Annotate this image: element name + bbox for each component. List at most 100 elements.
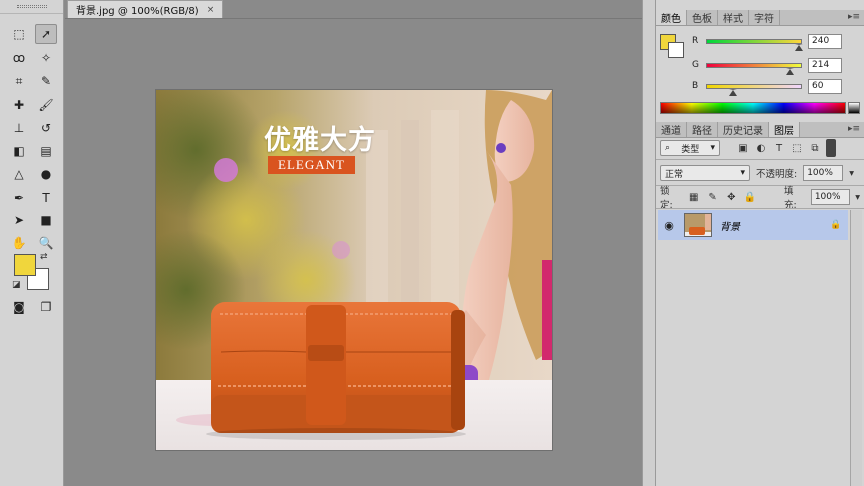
hand-tool-icon[interactable]: ✋ xyxy=(8,233,30,253)
document-tab[interactable]: 背景.jpg @ 100%(RGB/8) × xyxy=(67,0,224,18)
color-panel-background-swatch[interactable] xyxy=(668,42,684,58)
layer-filter-bar: ⌕ 类型 ▾ ▣ ◐ T ⬚ ⧉ xyxy=(660,139,860,157)
document-tab-title: 背景.jpg @ 100%(RGB/8) xyxy=(76,6,199,17)
quick-mask-mode-icon[interactable]: ◙ xyxy=(8,297,30,317)
divider xyxy=(656,185,864,186)
default-colors-icon[interactable]: ◪ xyxy=(12,280,21,290)
photoshop-window: ⬚ ➚ ꝏ ✧ ⌗ ✎ ✚ 🖌 ⊥ ↺ ◧ ▤ △ ● ✒ T ➤ ■ ✋ 🔍 … xyxy=(0,0,864,486)
chevron-down-icon[interactable]: ▾ xyxy=(855,192,860,203)
panel-collapse-strip[interactable] xyxy=(642,0,656,486)
lock-position-icon[interactable]: ✥ xyxy=(724,190,738,204)
color-spectrum-bar[interactable] xyxy=(660,102,846,114)
green-slider-thumb[interactable] xyxy=(785,67,794,75)
close-icon[interactable]: × xyxy=(207,5,215,15)
move-tool-icon[interactable]: ➚ xyxy=(35,24,57,44)
tools-panel-grip[interactable] xyxy=(0,0,63,14)
red-channel-slider[interactable] xyxy=(706,38,804,51)
layers-panel-tabs: 通道 路径 历史记录 图层 ▸≡ xyxy=(656,122,864,138)
eyedropper-tool-icon[interactable]: ✎ xyxy=(35,71,57,91)
lock-row: 锁定: ▦ ✎ ✥ 🔒 填充: 100% ▾ xyxy=(660,186,860,211)
chevron-down-icon: ▾ xyxy=(740,168,745,178)
tab-color[interactable]: 颜色 xyxy=(656,10,687,25)
brush-tool-icon[interactable]: 🖌 xyxy=(35,95,57,115)
blend-mode-select[interactable]: 正常 ▾ xyxy=(660,165,750,181)
opacity-label: 不透明度: xyxy=(756,169,798,180)
layers-panel-menu-icon[interactable]: ▸≡ xyxy=(848,124,860,134)
smart-object-filter-icon[interactable]: ⧉ xyxy=(808,141,822,155)
eye-icon[interactable]: ◉ xyxy=(658,219,680,232)
green-channel-value[interactable]: 214 xyxy=(808,57,842,73)
rectangular-marquee-tool-icon[interactable]: ⬚ xyxy=(8,24,30,44)
layers-scrollbar[interactable] xyxy=(850,210,862,486)
red-channel-row: R 240 xyxy=(692,33,842,51)
blend-row: 正常 ▾ 不透明度: 100% ▾ xyxy=(660,164,860,182)
dodge-tool-icon[interactable]: ● xyxy=(35,164,57,184)
tab-paths[interactable]: 路径 xyxy=(687,122,718,137)
blue-channel-row: B 60 xyxy=(692,78,842,96)
filter-toggle-switch[interactable] xyxy=(826,139,836,157)
rectangle-tool-icon[interactable]: ■ xyxy=(35,210,57,230)
divider xyxy=(656,208,864,209)
eraser-tool-icon[interactable]: ◧ xyxy=(8,141,30,161)
crop-tool-icon[interactable]: ⌗ xyxy=(8,71,30,91)
blue-channel-label: B xyxy=(692,81,699,91)
red-channel-label: R xyxy=(692,36,699,46)
tab-layers[interactable]: 图层 xyxy=(769,122,800,137)
pixel-layer-filter-icon[interactable]: ▣ xyxy=(736,141,750,155)
opacity-input[interactable]: 100% xyxy=(803,165,844,181)
path-selection-tool-icon[interactable]: ➤ xyxy=(8,210,30,230)
document-canvas[interactable]: 优雅大方 ELEGANT xyxy=(156,90,552,450)
right-panel-dock: 颜色 色板 样式 字符 ▸≡ R 240 G 214 B 60 通道 路径 历史… xyxy=(656,0,864,486)
gradient-tool-icon[interactable]: ▤ xyxy=(35,141,57,161)
canvas-workspace[interactable]: 优雅大方 ELEGANT xyxy=(65,18,642,486)
chevron-down-icon[interactable]: ▾ xyxy=(849,168,854,179)
red-slider-thumb[interactable] xyxy=(795,43,804,51)
foreground-color-swatch[interactable] xyxy=(14,254,36,276)
lock-all-icon[interactable]: 🔒 xyxy=(743,190,757,204)
type-tool-icon[interactable]: T xyxy=(35,188,57,208)
elegant-label: ELEGANT xyxy=(268,156,355,174)
lock-icon: 🔒 xyxy=(830,220,842,230)
tab-channels[interactable]: 通道 xyxy=(656,122,687,137)
red-channel-value[interactable]: 240 xyxy=(808,33,842,49)
layer-name[interactable]: 背景 xyxy=(720,218,830,233)
layer-thumbnail xyxy=(684,213,712,237)
tab-character[interactable]: 字符 xyxy=(749,10,780,25)
blue-channel-slider[interactable] xyxy=(706,83,802,96)
search-icon: ⌕ xyxy=(665,143,671,153)
clone-stamp-tool-icon[interactable]: ⊥ xyxy=(8,118,30,138)
lock-label: 锁定: xyxy=(660,186,673,211)
blend-mode-value: 正常 xyxy=(665,169,684,180)
fill-input[interactable]: 100% xyxy=(810,189,851,205)
black-white-ramp[interactable] xyxy=(848,102,860,114)
green-channel-label: G xyxy=(692,60,699,70)
lock-image-pixels-icon[interactable]: ✎ xyxy=(706,190,720,204)
type-layer-filter-icon[interactable]: T xyxy=(772,141,786,155)
layer-filter-select[interactable]: ⌕ 类型 ▾ xyxy=(660,140,720,156)
magic-wand-tool-icon[interactable]: ✧ xyxy=(35,48,57,68)
green-channel-row: G 214 xyxy=(692,57,842,75)
pen-tool-icon[interactable]: ✒ xyxy=(8,188,30,208)
swap-colors-icon[interactable]: ⇄ xyxy=(40,252,48,262)
layer-row-background[interactable]: ◉ 背景 🔒 xyxy=(658,210,848,240)
green-channel-slider[interactable] xyxy=(706,62,802,75)
healing-brush-tool-icon[interactable]: ✚ xyxy=(8,95,30,115)
history-brush-tool-icon[interactable]: ↺ xyxy=(35,118,57,138)
blur-tool-icon[interactable]: △ xyxy=(8,164,30,184)
tab-swatches[interactable]: 色板 xyxy=(687,10,718,25)
tab-styles[interactable]: 样式 xyxy=(718,10,749,25)
blue-slider-thumb[interactable] xyxy=(729,88,738,96)
chevron-down-icon: ▾ xyxy=(710,143,715,153)
screen-mode-icon[interactable]: ❐ xyxy=(35,297,57,317)
layer-filter-value: 类型 xyxy=(681,144,700,155)
adjustment-layer-filter-icon[interactable]: ◐ xyxy=(754,141,768,155)
divider xyxy=(656,159,864,160)
blue-channel-value[interactable]: 60 xyxy=(808,78,842,94)
zoom-tool-icon[interactable]: 🔍 xyxy=(35,233,57,253)
shape-layer-filter-icon[interactable]: ⬚ xyxy=(790,141,804,155)
panel-menu-icon[interactable]: ▸≡ xyxy=(848,12,860,22)
tools-panel: ⬚ ➚ ꝏ ✧ ⌗ ✎ ✚ 🖌 ⊥ ↺ ◧ ▤ △ ● ✒ T ➤ ■ ✋ 🔍 … xyxy=(0,0,64,486)
lasso-tool-icon[interactable]: ꝏ xyxy=(8,48,30,68)
tab-history[interactable]: 历史记录 xyxy=(718,122,769,137)
lock-transparent-pixels-icon[interactable]: ▦ xyxy=(687,190,701,204)
